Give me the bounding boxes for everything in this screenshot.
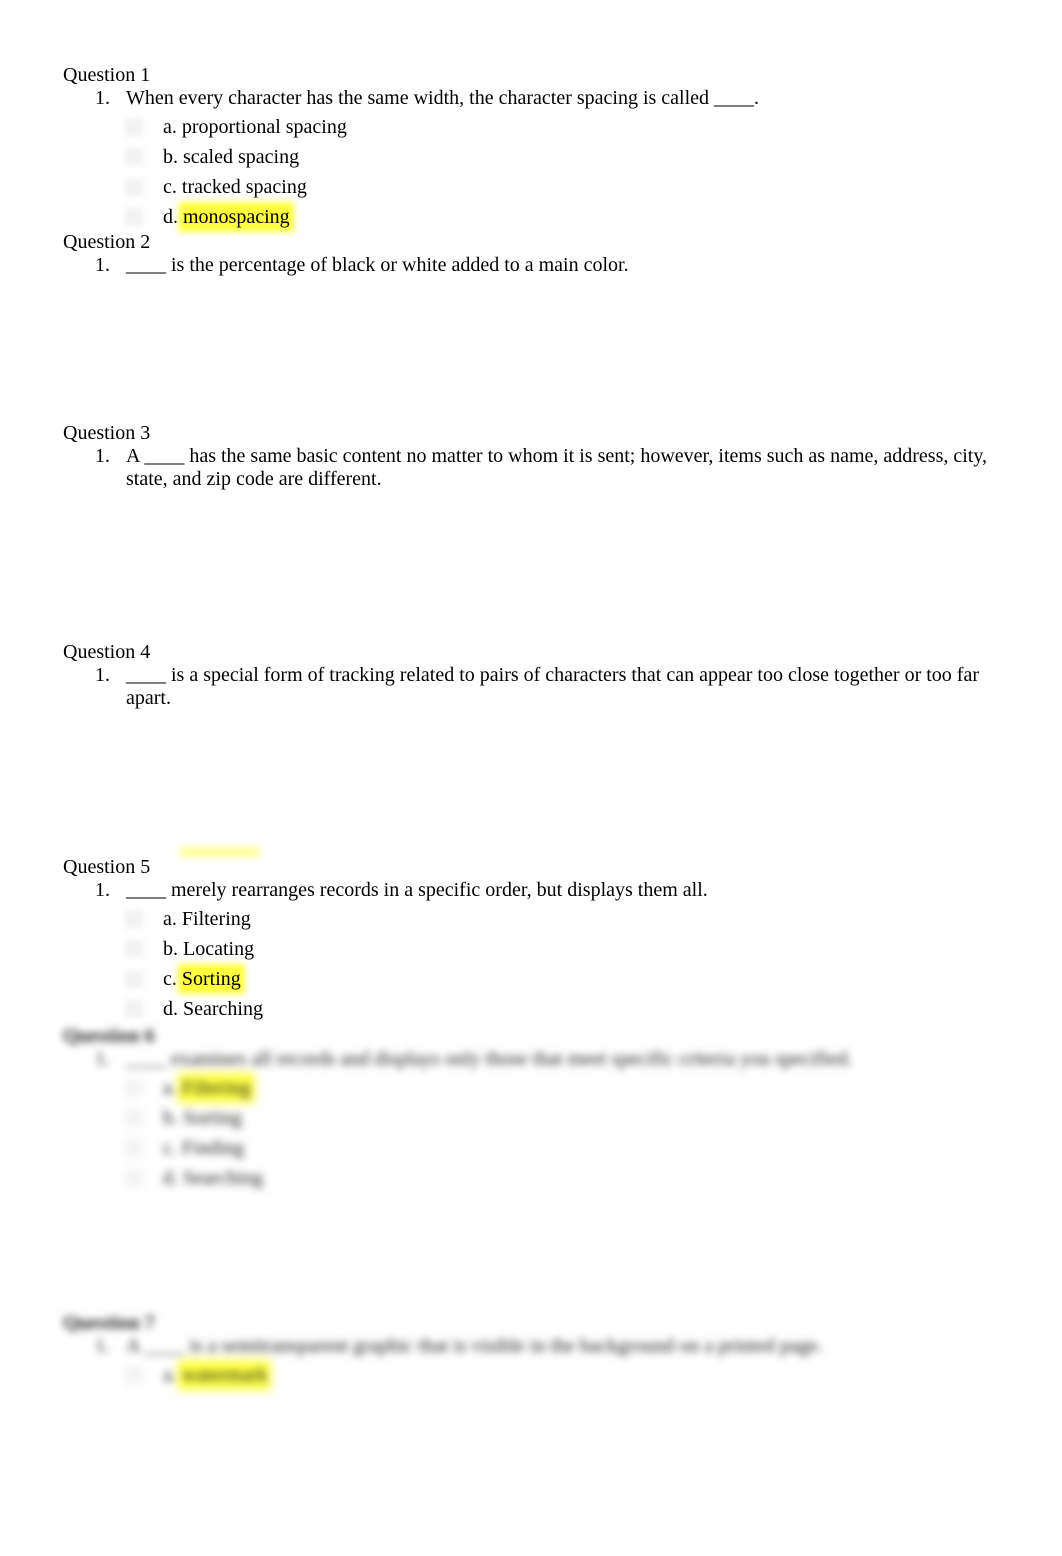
stem-text: A ____ has the same basic content no mat…: [126, 445, 988, 490]
option-text: Filtering: [181, 1077, 251, 1099]
options-list: a. Filtering b. Sorting c. Finding d. Searc…: [63, 1073, 1003, 1193]
question-label: Question 7: [63, 1312, 155, 1334]
radio-icon[interactable]: [125, 970, 143, 988]
option-text: Locating: [183, 938, 255, 960]
option-a[interactable]: a. watermark: [63, 1360, 1003, 1390]
stem-text: A ____ is a semitransparent graphic that…: [126, 1335, 823, 1357]
option-letter: d.: [163, 206, 178, 228]
question-2: Question 2 1. ____ is the percentage of b…: [63, 230, 1003, 277]
list-number: 1.: [95, 1335, 110, 1357]
radio-icon[interactable]: [125, 910, 143, 928]
options-list: a. Filtering b. Locating c. Sorting d. Sear…: [63, 904, 1003, 1024]
question-label: Question 3: [63, 422, 151, 444]
option-d[interactable]: d. monospacing: [63, 202, 1003, 232]
option-text: Sorting: [183, 1107, 242, 1129]
radio-icon[interactable]: [125, 118, 143, 136]
list-number: 1.: [95, 87, 110, 109]
option-letter: d.: [163, 998, 178, 1020]
question-label: Question 4: [63, 641, 151, 663]
option-text: Searching: [183, 998, 263, 1020]
question-stem: 1. ____ is a special form of tracking rel…: [63, 664, 1003, 710]
list-number: 1.: [95, 445, 110, 467]
stem-text: ____ is a special form of tracking relat…: [126, 664, 979, 709]
option-text: scaled spacing: [183, 146, 300, 168]
options-list: a. watermark: [63, 1360, 1003, 1390]
radio-icon[interactable]: [125, 1000, 143, 1018]
option-b[interactable]: b. scaled spacing: [63, 142, 1003, 172]
option-d[interactable]: d. Searching: [63, 1163, 1003, 1193]
question-stem: 1. A ____ is a semitransparent graphic th…: [63, 1335, 1003, 1358]
question-5: Question 5 1. ____ merely rearranges reco…: [63, 855, 1003, 1024]
list-number: 1.: [95, 664, 110, 686]
option-c[interactable]: c. Finding: [63, 1133, 1003, 1163]
option-letter: a.: [163, 116, 177, 138]
question-label: Question 1: [63, 64, 151, 86]
radio-icon[interactable]: [125, 940, 143, 958]
radio-icon[interactable]: [125, 1109, 143, 1127]
option-letter: c.: [163, 1137, 177, 1159]
option-text: Finding: [181, 1137, 245, 1159]
option-text: Searching: [183, 1167, 263, 1189]
question-stem: 1. When every character has the same widt…: [63, 87, 1003, 110]
option-c[interactable]: c. tracked spacing: [63, 172, 1003, 202]
option-b[interactable]: b. Sorting: [63, 1103, 1003, 1133]
list-number: 1.: [95, 879, 110, 901]
radio-icon[interactable]: [125, 1139, 143, 1157]
option-letter: c.: [163, 176, 177, 198]
stem-text: ____ merely rearranges records in a spec…: [126, 879, 708, 901]
question-stem: 1. ____ merely rearranges records in a sp…: [63, 879, 1003, 902]
question-7: Question 7 1. A ____ is a semitransparent…: [63, 1311, 1003, 1390]
option-text: Sorting: [181, 968, 241, 990]
option-letter: d.: [163, 1167, 178, 1189]
option-letter: a.: [163, 908, 177, 930]
question-label: Question 2: [63, 231, 151, 253]
question-label: Question 5: [63, 856, 151, 878]
question-6: Question 6 1. ____ examines all records a…: [63, 1024, 1003, 1193]
option-c[interactable]: c. Sorting: [63, 964, 1003, 994]
radio-icon[interactable]: [125, 1366, 143, 1384]
option-a[interactable]: a. Filtering: [63, 904, 1003, 934]
option-a[interactable]: a. proportional spacing: [63, 112, 1003, 142]
option-letter: a.: [163, 1364, 177, 1386]
highlight-remnant: [180, 848, 260, 856]
option-letter: b.: [163, 146, 178, 168]
question-stem: 1. ____ is the percentage of black or whi…: [63, 254, 1003, 277]
option-text: Filtering: [181, 908, 251, 930]
option-letter: a.: [163, 1077, 177, 1099]
radio-icon[interactable]: [125, 178, 143, 196]
stem-text: ____ is the percentage of black or white…: [126, 254, 629, 276]
option-letter: b.: [163, 938, 178, 960]
stem-text: When every character has the same width,…: [126, 87, 760, 109]
question-label: Question 6: [63, 1025, 155, 1047]
option-d[interactable]: d. Searching: [63, 994, 1003, 1024]
question-stem: 1. A ____ has the same basic content no m…: [63, 445, 1003, 491]
options-list: a. proportional spacing b. scaled spacing…: [63, 112, 1003, 232]
question-3: Question 3 1. A ____ has the same basic c…: [63, 421, 1003, 491]
radio-icon[interactable]: [125, 148, 143, 166]
option-text: monospacing: [183, 206, 290, 228]
option-letter: c.: [163, 968, 177, 990]
option-text: tracked spacing: [181, 176, 307, 198]
question-4: Question 4 1. ____ is a special form of t…: [63, 640, 1003, 710]
option-b[interactable]: b. Locating: [63, 934, 1003, 964]
option-text: proportional spacing: [181, 116, 347, 138]
option-text: watermark: [181, 1364, 268, 1386]
list-number: 1.: [95, 1048, 110, 1070]
question-1: Question 1 1. When every character has th…: [63, 63, 1003, 232]
stem-text: ____ examines all records and displays o…: [126, 1048, 853, 1070]
radio-icon[interactable]: [125, 208, 143, 226]
option-a[interactable]: a. Filtering: [63, 1073, 1003, 1103]
radio-icon[interactable]: [125, 1169, 143, 1187]
option-letter: b.: [163, 1107, 178, 1129]
list-number: 1.: [95, 254, 110, 276]
radio-icon[interactable]: [125, 1079, 143, 1097]
question-stem: 1. ____ examines all records and displays…: [63, 1048, 1003, 1071]
